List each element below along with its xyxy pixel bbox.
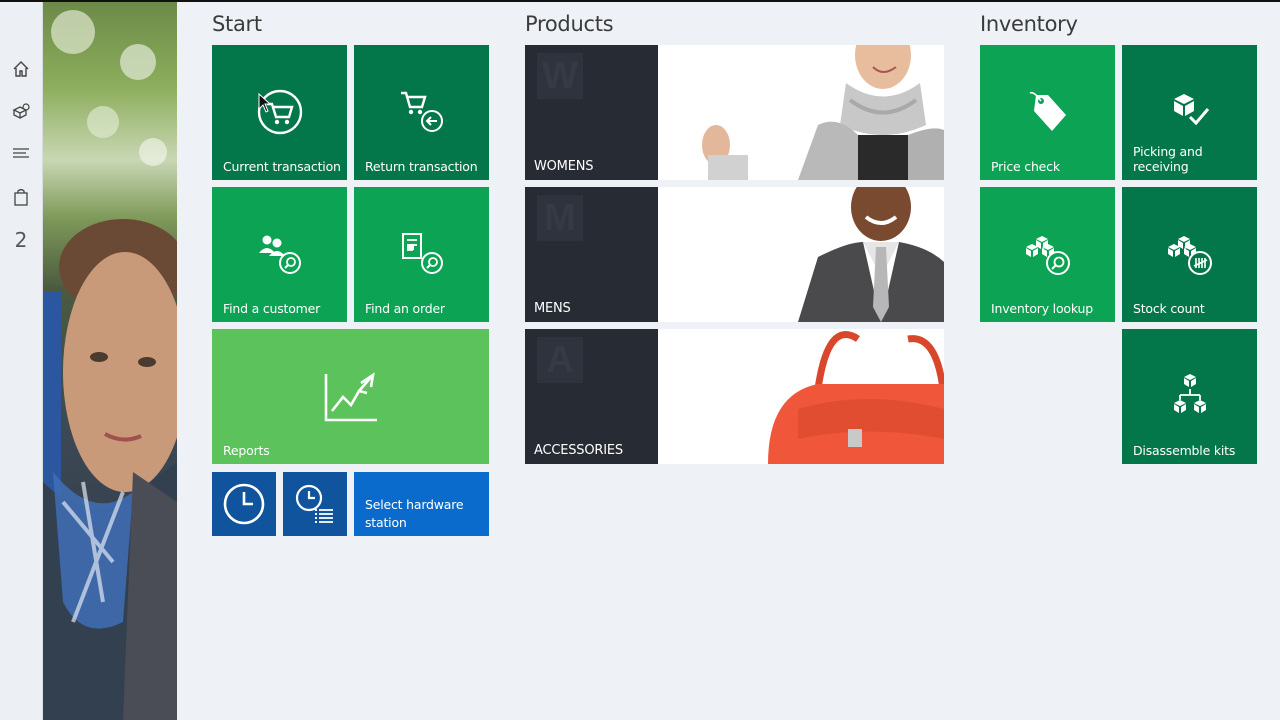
select-hardware-station-tile[interactable]: Select hardware station	[354, 472, 489, 536]
clock-list-icon	[293, 484, 337, 531]
time-log-tile[interactable]	[283, 472, 347, 536]
category-label: MENS	[534, 301, 571, 316]
price-tag-icon	[1026, 89, 1070, 140]
return-cart-icon	[398, 89, 446, 140]
category-panel: M MENS	[525, 187, 658, 322]
accessories-product-image	[768, 331, 944, 464]
category-panel: A ACCESSORIES	[525, 329, 658, 464]
clock-icon	[222, 482, 266, 531]
category-letter: M	[537, 195, 583, 241]
left-nav-bar: 2	[0, 2, 43, 720]
top-border	[0, 0, 1280, 2]
inventory-lookup-label: Inventory lookup	[991, 301, 1093, 316]
select-hardware-station-label: Select hardware station	[365, 497, 464, 530]
disassemble-kits-tile[interactable]: Disassemble kits	[1122, 329, 1257, 464]
disassemble-kits-label: Disassemble kits	[1133, 443, 1236, 458]
category-label: ACCESSORIES	[534, 443, 623, 458]
stock-count-icon	[1166, 231, 1214, 282]
shopping-bag-icon[interactable]	[8, 184, 34, 210]
current-transaction-label: Current transaction	[223, 159, 341, 174]
category-letter: W	[537, 53, 583, 99]
stock-count-label: Stock count	[1133, 301, 1205, 316]
current-transaction-tile[interactable]: Current transaction	[212, 45, 347, 180]
return-transaction-label: Return transaction	[365, 159, 478, 174]
stock-count-tile[interactable]: Stock count	[1122, 187, 1257, 322]
product-category-accessories[interactable]: A ACCESSORIES	[525, 329, 944, 464]
hero-photo	[43, 2, 177, 720]
chart-icon	[323, 371, 379, 428]
find-customer-icon	[256, 231, 304, 282]
inventory-lookup-tile[interactable]: Inventory lookup	[980, 187, 1115, 322]
find-order-tile[interactable]: Find an order	[354, 187, 489, 322]
find-order-icon	[398, 231, 446, 282]
box-check-icon	[1168, 89, 1212, 134]
find-order-label: Find an order	[365, 301, 445, 316]
products-section-title: Products	[525, 12, 614, 36]
price-check-label: Price check	[991, 159, 1060, 174]
menu-icon[interactable]	[8, 140, 34, 166]
start-section-title: Start	[212, 12, 262, 36]
mens-product-image	[798, 187, 944, 322]
disassemble-kits-icon	[1170, 373, 1210, 424]
cart-count[interactable]: 2	[8, 227, 34, 253]
find-customer-tile[interactable]: Find a customer	[212, 187, 347, 322]
reports-tile[interactable]: Reports	[212, 329, 489, 464]
find-customer-label: Find a customer	[223, 301, 321, 316]
category-label: WOMENS	[534, 159, 594, 174]
clock-in-tile[interactable]	[212, 472, 276, 536]
reports-label: Reports	[223, 443, 270, 458]
womens-product-image	[702, 45, 944, 180]
picking-receiving-label: Picking and receiving	[1133, 144, 1203, 174]
cart-count-label: 2	[14, 228, 28, 252]
category-letter: A	[537, 337, 583, 383]
price-check-tile[interactable]: Price check	[980, 45, 1115, 180]
mouse-cursor-icon	[258, 92, 272, 113]
return-transaction-tile[interactable]: Return transaction	[354, 45, 489, 180]
inventory-section-title: Inventory	[980, 12, 1078, 36]
products-icon[interactable]	[8, 98, 34, 124]
product-category-mens[interactable]: M MENS	[525, 187, 944, 322]
category-panel: W WOMENS	[525, 45, 658, 180]
picking-receiving-tile[interactable]: Picking and receiving	[1122, 45, 1257, 180]
home-icon[interactable]	[8, 56, 34, 82]
inventory-search-icon	[1024, 231, 1072, 282]
product-category-womens[interactable]: W WOMENS	[525, 45, 944, 180]
